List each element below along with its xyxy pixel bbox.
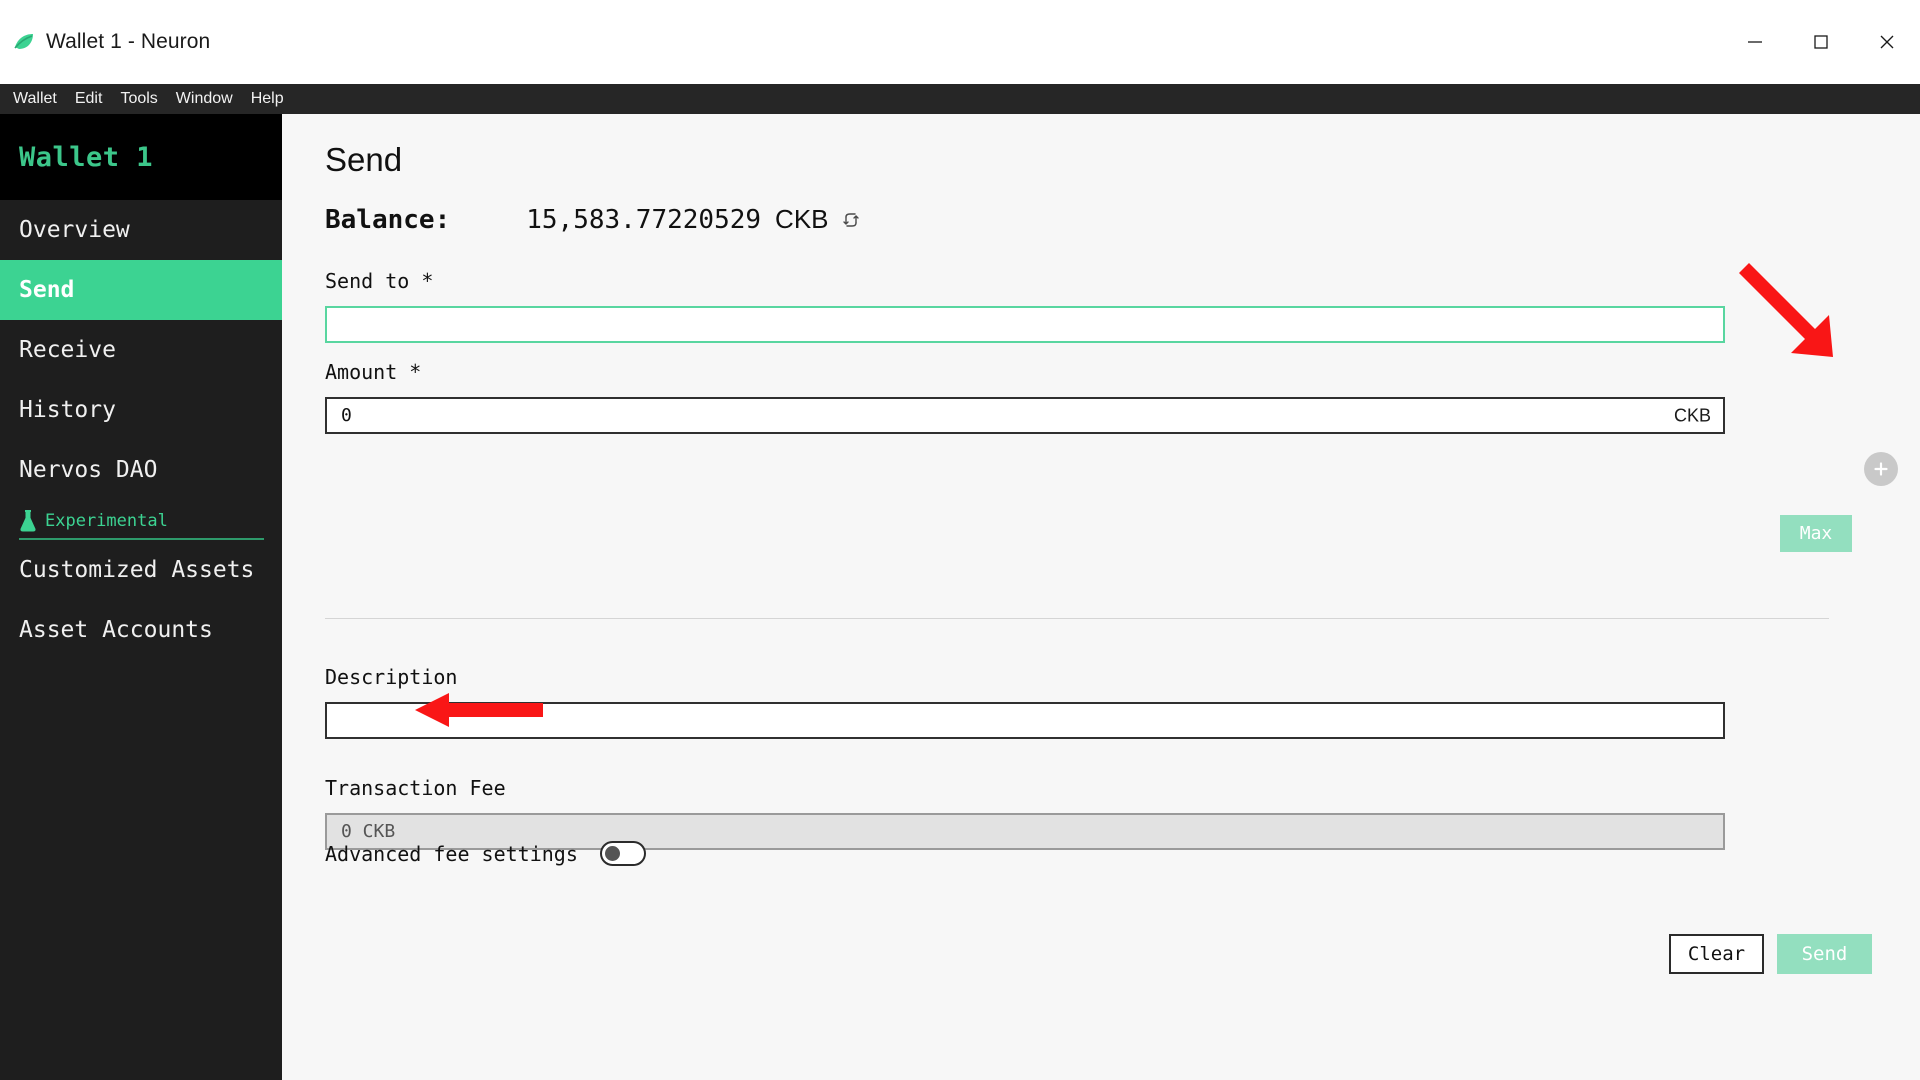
close-icon[interactable] [1854,0,1920,84]
sidebar: Wallet 1 Overview Send Receive History N… [0,114,282,1080]
send-button[interactable]: Send [1777,934,1872,974]
advanced-fee-settings-label: Advanced fee settings [325,841,578,866]
advanced-fee-settings-row: Advanced fee settings [325,841,646,866]
sidebar-item-nervos-dao[interactable]: Nervos DAO [0,440,282,500]
titlebar-left: Wallet 1 - Neuron [0,30,210,54]
titlebar: Wallet 1 - Neuron [0,0,1920,84]
app-window: Wallet 1 - Neuron Wallet Edit Tools Wind… [0,0,1920,1080]
amount-input[interactable] [325,397,1725,434]
menu-item-help[interactable]: Help [242,87,293,111]
experimental-header: Experimental [19,510,263,538]
balance-unit: CKB [775,204,829,234]
toggle-knob [604,846,620,861]
menu-item-edit[interactable]: Edit [66,87,112,111]
wallet-name: Wallet 1 [19,141,154,173]
menu-item-window[interactable]: Window [167,87,242,111]
neuron-leaf-logo-icon [12,30,36,54]
window-title: Wallet 1 - Neuron [46,30,211,53]
menu-item-wallet[interactable]: Wallet [4,87,66,111]
wallet-header: Wallet 1 [0,114,282,200]
footer-actions: Clear Send [1669,934,1872,974]
experimental-section: Experimental [0,500,282,540]
sidebar-item-overview[interactable]: Overview [0,200,282,260]
sidebar-item-history[interactable]: History [0,380,282,440]
menubar: Wallet Edit Tools Window Help [0,84,1920,114]
advanced-fee-settings-toggle[interactable] [599,841,646,866]
refresh-swap-icon[interactable] [842,210,862,230]
transaction-fee-field-group: Transaction Fee [325,776,1725,850]
section-divider [325,618,1829,619]
add-output-button[interactable] [1864,452,1898,486]
sidebar-item-customized-assets[interactable]: Customized Assets [0,540,282,600]
window-controls [1722,0,1920,84]
clear-button[interactable]: Clear [1669,934,1764,974]
sidebar-item-receive[interactable]: Receive [0,320,282,380]
sidebar-item-send[interactable]: Send [0,260,282,320]
send-to-field-group: Send to * [325,269,1725,343]
balance-row: Balance: 15,583.77220529 CKB [325,204,862,235]
balance-value: 15,583.77220529 [526,204,762,235]
flask-icon [19,510,37,532]
minimize-icon[interactable] [1722,0,1788,84]
main-content: Send Balance: 15,583.77220529 CKB Send t… [282,114,1920,1080]
send-to-input[interactable] [325,306,1725,343]
amount-field-group: Amount * CKB [325,360,1725,434]
maximize-icon[interactable] [1788,0,1854,84]
amount-label: Amount * [325,360,422,384]
description-label: Description [325,665,458,689]
description-input[interactable] [325,702,1725,739]
description-field-group: Description [325,665,1725,739]
balance-label: Balance: [325,204,451,235]
experimental-label: Experimental [45,511,168,531]
send-to-label: Send to * [325,269,434,293]
amount-unit-label: CKB [1673,405,1711,425]
page-title: Send [325,141,403,178]
amount-input-wrap: CKB [325,397,1725,434]
menu-item-tools[interactable]: Tools [111,87,166,111]
sidebar-item-asset-accounts[interactable]: Asset Accounts [0,600,282,660]
transaction-fee-label: Transaction Fee [325,776,506,800]
max-button[interactable]: Max [1780,515,1852,552]
